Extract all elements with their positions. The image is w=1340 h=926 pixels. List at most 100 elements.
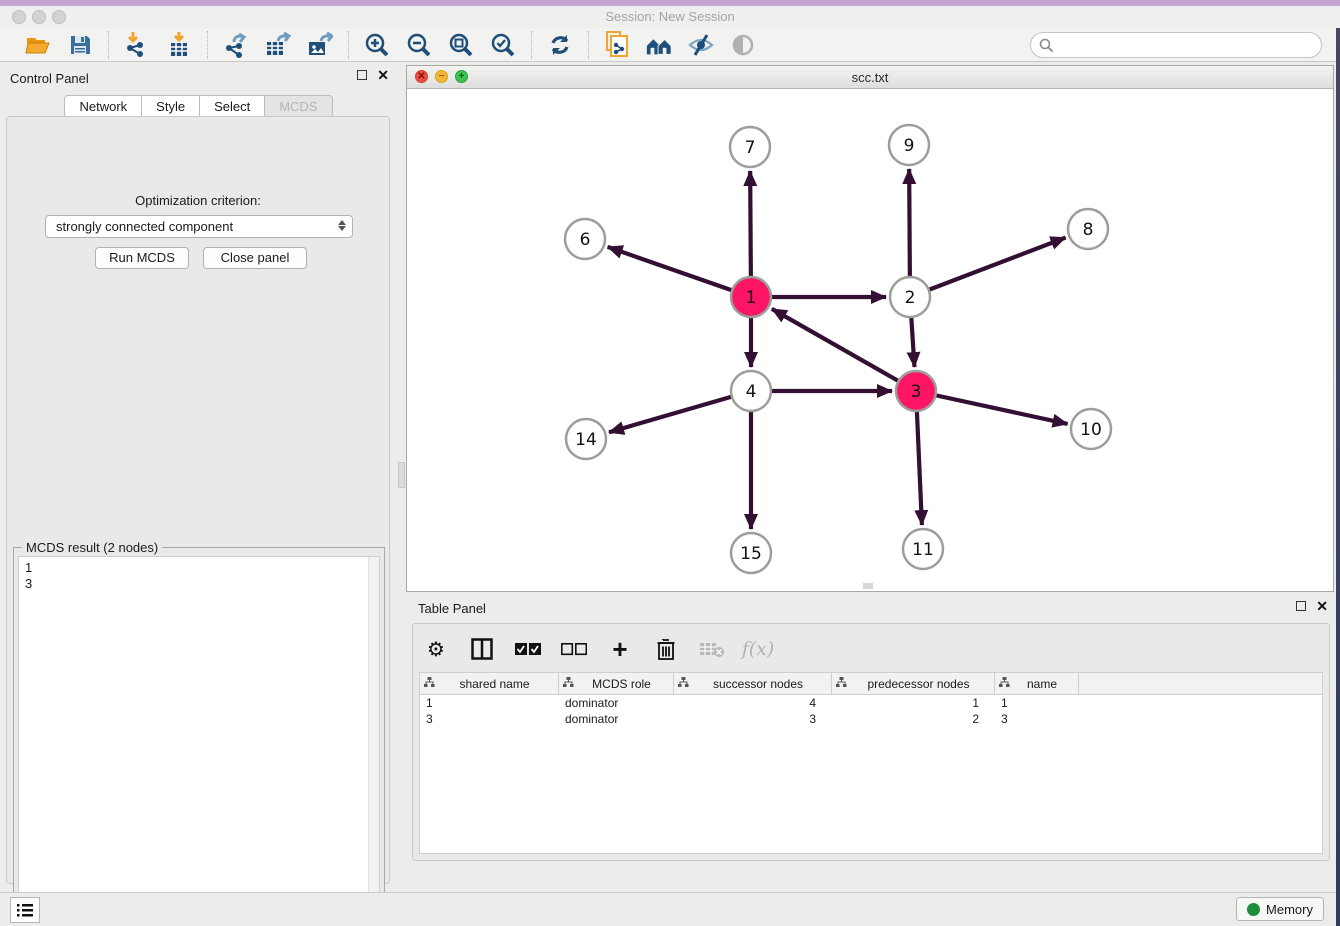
table-cell[interactable]: 2 [832,711,995,727]
table-cell[interactable]: 4 [674,695,832,711]
open-session-icon[interactable] [24,31,52,59]
memory-button[interactable]: Memory [1236,897,1324,921]
table-cell[interactable]: dominator [559,695,674,711]
table-toolbar: ⚙ + f(x) [423,632,771,666]
task-history-button[interactable] [10,897,40,923]
graph-node-9[interactable]: 9 [889,125,929,165]
mcds-result-textarea[interactable]: 1 3 [18,556,380,920]
import-network-icon[interactable] [123,31,151,59]
node-label: 3 [911,382,922,402]
toggle-view-icon[interactable] [729,31,757,59]
search-field[interactable] [1030,32,1322,58]
network-view-window: ✕ − + scc.txt 7 9 6 8 1 2 4 3 14 10 15 11 [406,65,1334,592]
graph-node-1[interactable]: 1 [731,277,771,317]
graph-node-10[interactable]: 10 [1071,409,1111,449]
graph-node-15[interactable]: 15 [731,533,771,573]
status-bar: Memory [0,892,1336,926]
function-builder-icon[interactable]: f(x) [745,636,771,662]
tab-mcds[interactable]: MCDS [265,95,332,118]
table-settings-icon[interactable]: ⚙ [423,636,449,662]
float-panel-icon[interactable] [357,70,367,80]
table-row[interactable]: 3dominator323 [420,711,1322,727]
splitter-grip[interactable] [398,462,405,488]
criterion-value: strongly connected component [56,219,233,234]
zoom-out-icon[interactable] [405,31,433,59]
graph-node-4[interactable]: 4 [731,371,771,411]
table-row[interactable]: 1dominator411 [420,695,1322,711]
export-network-icon[interactable] [222,31,250,59]
search-input[interactable] [1054,38,1321,53]
network-scrollbar-nub[interactable] [863,583,873,589]
export-table-icon[interactable] [264,31,292,59]
float-table-panel-icon[interactable] [1296,601,1306,611]
save-session-icon[interactable] [66,31,94,59]
graph-node-8[interactable]: 8 [1068,209,1108,249]
control-panel: Control Panel ✕ Network Style Select MCD… [0,62,397,892]
graph-edge-3-10[interactable] [936,395,1068,424]
table-panel-body: ⚙ + f(x) shared nameMCDS rolesuccessor n… [412,623,1330,861]
graph-edge-3-11[interactable] [917,411,922,525]
delete-table-icon[interactable] [699,636,725,662]
node-label: 2 [905,288,916,308]
table-panel: Table Panel ✕ ⚙ + f(x) [406,595,1336,894]
memory-status-icon [1247,903,1260,916]
table-cell[interactable]: 3 [674,711,832,727]
graph-edge-3-1[interactable] [772,309,899,381]
control-panel-title: Control Panel [10,71,89,86]
graph-edge-4-14[interactable] [609,397,732,433]
close-panel-icon[interactable]: ✕ [377,70,389,80]
close-table-panel-icon[interactable]: ✕ [1316,601,1328,611]
column-header-successor-nodes[interactable]: successor nodes [674,673,832,694]
graph-edge-1-7[interactable] [750,171,751,277]
table-cell[interactable]: 1 [420,695,559,711]
criterion-dropdown[interactable]: strongly connected component [45,215,353,238]
tab-network[interactable]: Network [64,95,142,118]
add-column-icon[interactable]: + [607,636,633,662]
graph-node-7[interactable]: 7 [730,127,770,167]
zoom-fit-icon[interactable] [447,31,475,59]
zoom-selected-icon[interactable] [489,31,517,59]
graph-edge-2-3[interactable] [911,317,914,367]
column-header-MCDS-role[interactable]: MCDS role [559,673,674,694]
table-cell[interactable]: 3 [995,711,1079,727]
column-header-name[interactable]: name [995,673,1079,694]
node-table[interactable]: shared nameMCDS rolesuccessor nodesprede… [419,672,1323,854]
column-header-predecessor-nodes[interactable]: predecessor nodes [832,673,995,694]
select-all-checkboxes-icon[interactable] [515,636,541,662]
refresh-icon[interactable] [546,31,574,59]
titlebar: Session: New Session [0,6,1340,28]
tab-select[interactable]: Select [200,95,265,118]
graph-node-2[interactable]: 2 [890,277,930,317]
deselect-all-checkboxes-icon[interactable] [561,636,587,662]
table-cell[interactable]: 1 [832,695,995,711]
table-cell[interactable]: 3 [420,711,559,727]
network-canvas[interactable]: 7 9 6 8 1 2 4 3 14 10 15 11 [407,89,1333,591]
tab-style[interactable]: Style [142,95,200,118]
control-panel-header: Control Panel ✕ [0,62,397,92]
result-scrollbar[interactable] [368,557,379,919]
hide-show-icon[interactable] [687,31,715,59]
column-sort-icon [563,677,574,691]
graph-edge-2-9[interactable] [909,169,910,277]
graph-node-14[interactable]: 14 [566,419,606,459]
graph-edge-1-6[interactable] [608,247,732,290]
table-cell[interactable]: dominator [559,711,674,727]
graph-node-6[interactable]: 6 [565,219,605,259]
graph-edge-2-8[interactable] [929,238,1066,290]
mcds-result-title: MCDS result (2 nodes) [22,540,162,555]
panel-splitter[interactable] [397,62,406,892]
graph-node-11[interactable]: 11 [903,529,943,569]
graph-node-3[interactable]: 3 [896,371,936,411]
run-mcds-button[interactable]: Run MCDS [95,247,189,269]
duplicate-network-icon[interactable] [603,31,631,59]
column-visibility-icon[interactable] [469,636,495,662]
export-image-icon[interactable] [306,31,334,59]
delete-column-icon[interactable] [653,636,679,662]
first-neighbors-icon[interactable] [645,31,673,59]
import-table-icon[interactable] [165,31,193,59]
table-cell[interactable]: 1 [995,695,1079,711]
network-window-titlebar[interactable]: ✕ − + scc.txt [407,66,1333,89]
zoom-in-icon[interactable] [363,31,391,59]
close-panel-button[interactable]: Close panel [203,247,307,269]
column-header-shared-name[interactable]: shared name [420,673,559,694]
